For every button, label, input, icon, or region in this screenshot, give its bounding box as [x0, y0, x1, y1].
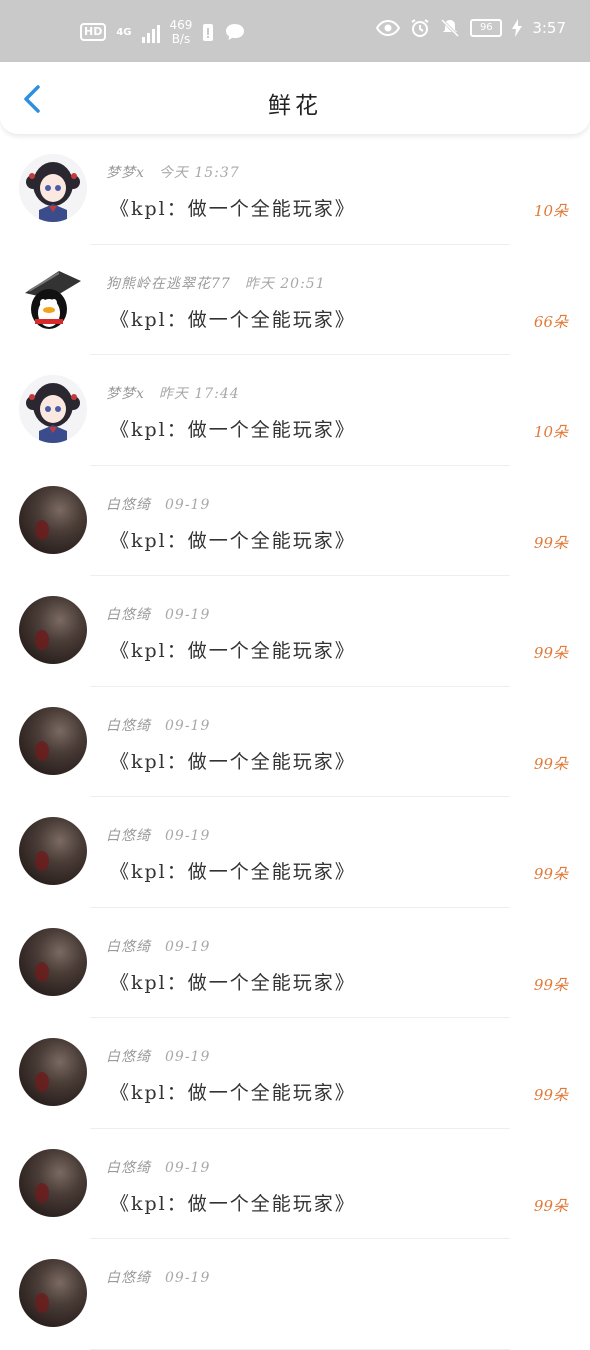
chat-bubble-icon: [226, 24, 245, 40]
speed-value: 469: [169, 18, 193, 32]
flower-count: 99朵: [533, 975, 568, 994]
flower-list-item[interactable]: 狗熊岭在逃翠花77 昨天 20:51 《kpl：做一个全能玩家》 66朵: [0, 245, 590, 355]
sender-meta: 狗熊岭在逃翠花77 昨天 20:51: [106, 273, 326, 293]
sender-name[interactable]: 白悠绮: [106, 497, 151, 513]
flower-list-item[interactable]: 白悠绮 09-19 《kpl：做一个全能玩家》 99朵: [0, 1129, 590, 1239]
speed-unit: B/s: [171, 32, 191, 46]
avatar[interactable]: [19, 1148, 87, 1217]
flower-count: 99朵: [533, 533, 568, 552]
flower-count: 99朵: [533, 1196, 568, 1215]
avatar[interactable]: [19, 817, 87, 885]
send-time: 09-19: [165, 717, 211, 734]
flower-count: 99朵: [533, 1086, 568, 1104]
work-title[interactable]: 《kpl：做一个全能玩家》: [110, 194, 356, 221]
battery-alert-icon: [203, 24, 214, 41]
work-title[interactable]: 《kpl：做一个全能玩家》: [110, 526, 356, 553]
send-time: 09-19: [165, 496, 211, 513]
send-time: 昨天 20:51: [244, 275, 326, 292]
sender-name[interactable]: 狗熊岭在逃翠花77: [106, 276, 231, 292]
flower-list-item[interactable]: 白悠绮 09-19: [0, 1239, 590, 1350]
clock: 3:57: [532, 19, 566, 37]
flower-count: 99朵: [533, 754, 568, 773]
flower-list-item[interactable]: 梦梦x 今天 15:37 《kpl：做一个全能玩家》 10朵: [0, 134, 590, 245]
avatar[interactable]: [19, 375, 87, 443]
network-speed: 469 B/s: [170, 18, 193, 46]
flower-count: 10朵: [533, 202, 568, 220]
flower-count: 99朵: [533, 865, 568, 883]
send-time: 09-19: [165, 1270, 211, 1286]
battery-indicator: 96: [470, 19, 503, 37]
work-title[interactable]: 《kpl：做一个全能玩家》: [110, 857, 356, 884]
signal-icon: [141, 21, 160, 43]
send-time: 昨天 17:44: [158, 386, 240, 402]
avatar[interactable]: [19, 927, 87, 996]
app-header: 鲜花: [0, 62, 590, 135]
send-time: 09-19: [165, 1049, 211, 1065]
alarm-icon: [411, 19, 429, 37]
work-title[interactable]: 《kpl：做一个全能玩家》: [110, 747, 356, 774]
sender-name[interactable]: 梦梦x: [106, 386, 145, 402]
avatar[interactable]: [19, 485, 87, 554]
sender-meta: 白悠绮 09-19: [106, 936, 210, 956]
anime-girl-avatar-image: [19, 154, 87, 222]
status-bar: HD 4G 469 B/s 96 3:57: [0, 0, 590, 62]
work-title[interactable]: 《kpl：做一个全能玩家》: [110, 636, 356, 663]
flower-list-item[interactable]: 白悠绮 09-19 《kpl：做一个全能玩家》 99朵: [0, 687, 590, 797]
flower-list-item[interactable]: 梦梦x 昨天 17:44 《kpl：做一个全能玩家》 10朵: [0, 355, 590, 466]
status-right: 96 3:57: [376, 18, 566, 38]
eye-icon: [376, 20, 401, 36]
sender-meta: 白悠绮 09-19: [106, 1267, 210, 1287]
network-label: 4G: [116, 26, 132, 38]
flower-list-item[interactable]: 白悠绮 09-19 《kpl：做一个全能玩家》 99朵: [0, 466, 590, 576]
flower-count: 66朵: [533, 312, 568, 331]
send-time: 09-19: [165, 1159, 211, 1176]
avatar[interactable]: [19, 154, 87, 222]
sender-name[interactable]: 白悠绮: [106, 828, 151, 844]
sender-meta: 白悠绮 09-19: [106, 1157, 210, 1177]
page-title: 鲜花: [268, 93, 322, 119]
flower-list-item[interactable]: 白悠绮 09-19 《kpl：做一个全能玩家》 99朵: [0, 908, 590, 1018]
work-title[interactable]: 《kpl：做一个全能玩家》: [110, 1189, 356, 1216]
sender-name[interactable]: 白悠绮: [106, 1049, 151, 1065]
flower-count: 99朵: [533, 644, 568, 662]
avatar[interactable]: [19, 1259, 87, 1327]
sender-name[interactable]: 白悠绮: [106, 1270, 151, 1286]
work-title[interactable]: 《kpl：做一个全能玩家》: [110, 1078, 356, 1105]
avatar[interactable]: [19, 706, 87, 775]
sender-name[interactable]: 梦梦x: [106, 165, 145, 181]
send-time: 09-19: [165, 938, 211, 955]
avatar[interactable]: [19, 596, 87, 664]
flower-list: 梦梦x 今天 15:37 《kpl：做一个全能玩家》 10朵 狗熊岭在逃翠花77 昨…: [0, 134, 590, 1350]
sender-meta: 白悠绮 09-19: [106, 494, 210, 514]
flower-count: 10朵: [533, 423, 568, 441]
send-time: 今天 15:37: [158, 165, 240, 181]
sender-meta: 白悠绮 09-19: [106, 604, 210, 624]
work-title[interactable]: 《kpl：做一个全能玩家》: [110, 415, 356, 442]
sender-meta: 白悠绮 09-19: [106, 715, 210, 735]
flower-list-item[interactable]: 白悠绮 09-19 《kpl：做一个全能玩家》 99朵: [0, 576, 590, 687]
sender-meta: 白悠绮 09-19: [106, 825, 210, 845]
sender-name[interactable]: 白悠绮: [106, 607, 151, 623]
sender-meta: 梦梦x 今天 15:37: [106, 162, 240, 182]
work-title[interactable]: 《kpl：做一个全能玩家》: [110, 968, 356, 995]
avatar[interactable]: [19, 264, 87, 333]
anime-girl-avatar-image: [19, 375, 87, 443]
work-title[interactable]: 《kpl：做一个全能玩家》: [110, 305, 356, 332]
divider: [90, 1348, 510, 1350]
flower-list-item[interactable]: 白悠绮 09-19 《kpl：做一个全能玩家》 99朵: [0, 797, 590, 908]
sender-meta: 梦梦x 昨天 17:44: [106, 383, 240, 403]
charging-icon: [512, 19, 523, 37]
sender-meta: 白悠绮 09-19: [106, 1046, 210, 1066]
penguin-avatar-image: [19, 264, 87, 333]
notifications-off-icon: [441, 18, 460, 38]
sender-name[interactable]: 白悠绮: [106, 718, 151, 734]
send-time: 09-19: [165, 607, 211, 623]
sender-name[interactable]: 白悠绮: [106, 1160, 151, 1176]
hd-badge: HD: [80, 23, 107, 41]
sender-name[interactable]: 白悠绮: [106, 939, 151, 955]
flower-list-item[interactable]: 白悠绮 09-19 《kpl：做一个全能玩家》 99朵: [0, 1018, 590, 1129]
avatar[interactable]: [19, 1038, 87, 1106]
status-left: HD 4G 469 B/s: [80, 18, 246, 46]
send-time: 09-19: [165, 828, 211, 844]
